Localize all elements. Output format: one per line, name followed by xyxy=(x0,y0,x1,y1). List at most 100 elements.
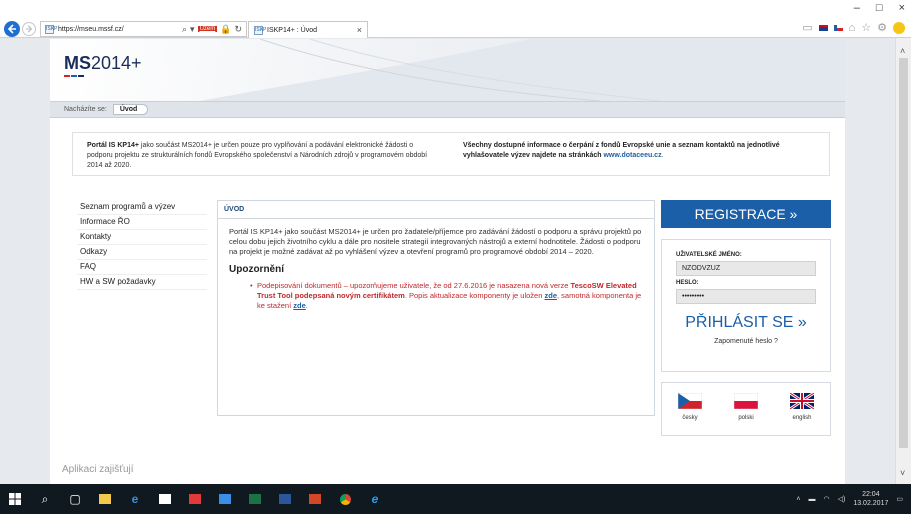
login-box: UŽIVATELSKÉ JMÉNO: HESLO: PŘIHLÁSIT SE »… xyxy=(661,239,831,372)
app-red-icon[interactable] xyxy=(180,484,210,514)
extension-icon[interactable]: ▭ xyxy=(802,22,812,34)
breadcrumb-current[interactable]: Úvod xyxy=(112,104,149,115)
password-label: HESLO: xyxy=(676,280,699,286)
tab-close-icon[interactable]: × xyxy=(357,25,362,35)
breadcrumb: Nacházíte se: Úvod xyxy=(50,101,845,118)
word-icon[interactable] xyxy=(270,484,300,514)
search-icon[interactable]: ⌕ xyxy=(182,24,187,35)
vertical-scrollbar[interactable]: ˄ ˅ xyxy=(895,38,911,484)
logo-rest-text: 2014+ xyxy=(91,53,142,73)
username-label: UŽIVATELSKÉ JMÉNO: xyxy=(676,252,742,258)
forward-button[interactable] xyxy=(22,22,36,36)
info-left-text: jako součást MS2014+ je určen pouze pro … xyxy=(87,142,428,169)
lang-english[interactable]: english xyxy=(790,393,814,435)
browser-tab[interactable]: ISKP ISKP14+ : Úvod × xyxy=(248,21,368,38)
username-input[interactable] xyxy=(676,261,816,276)
home-icon[interactable]: ⌂ xyxy=(849,22,856,34)
mail-icon[interactable] xyxy=(210,484,240,514)
flag-czech-icon xyxy=(678,393,702,409)
wifi-icon[interactable]: ◠ xyxy=(824,495,830,503)
lang-polish[interactable]: polski xyxy=(734,393,758,435)
logo-bold-text: MS xyxy=(64,53,91,73)
menu-item-faq[interactable]: FAQ xyxy=(77,260,207,275)
file-explorer-icon[interactable] xyxy=(90,484,120,514)
lang-polish-label: polski xyxy=(738,415,754,421)
clock-date: 13.02.2017 xyxy=(853,500,889,507)
network-icon[interactable]: ▬ xyxy=(809,496,816,503)
page-viewport: MS2014+ Nacházíte se: Úvod Portál IS KP1… xyxy=(0,39,895,484)
site-header: MS2014+ xyxy=(50,39,845,101)
close-icon[interactable]: × xyxy=(899,2,905,14)
lang-czech[interactable]: česky xyxy=(678,393,702,435)
lang-czech-label: česky xyxy=(682,415,698,421)
dotaceeu-link[interactable]: www.dotaceeu.cz xyxy=(603,152,661,159)
menu-item-programy[interactable]: Seznam programů a výzev xyxy=(77,200,207,215)
url-text[interactable]: https://mseu.mssf.cz/ xyxy=(58,26,179,33)
warning-heading: Upozornění xyxy=(229,264,284,275)
refresh-icon[interactable]: ↻ xyxy=(234,24,242,35)
favorites-star-icon[interactable]: ☆ xyxy=(861,22,871,34)
logo-bars xyxy=(64,75,84,77)
clock[interactable]: 22:04 13.02.2017 xyxy=(853,490,888,508)
task-view-icon[interactable]: ▢ xyxy=(60,484,90,514)
maximize-icon[interactable]: □ xyxy=(876,2,883,14)
update-description-link[interactable]: zde xyxy=(544,291,557,300)
login-button[interactable]: PŘIHLÁSIT SE » xyxy=(676,314,816,332)
browser-toolbar: ▭ ⌂ ☆ ⚙ xyxy=(802,22,905,34)
edge-browser-icon[interactable]: e xyxy=(120,484,150,514)
arrow-right-icon xyxy=(25,25,33,33)
scroll-up-icon[interactable]: ˄ xyxy=(900,46,905,56)
main-body: Portál IS KP14+ jako součást MS2014+ je … xyxy=(218,219,654,319)
ie-icon[interactable]: e xyxy=(360,484,390,514)
section-title: ÚVOD xyxy=(218,201,654,219)
store-icon[interactable] xyxy=(150,484,180,514)
flag-cz-icon[interactable] xyxy=(833,25,843,31)
powerpoint-icon[interactable] xyxy=(300,484,330,514)
site-logo[interactable]: MS2014+ xyxy=(64,53,142,74)
warning-list: Podepisování dokumentů – upozorňujeme už… xyxy=(229,281,643,311)
chrome-shape xyxy=(339,493,351,505)
settings-gear-icon[interactable]: ⚙ xyxy=(877,22,887,34)
info-right-end: . xyxy=(661,152,664,159)
register-button[interactable]: REGISTRACE » xyxy=(661,200,831,228)
forgot-password-link[interactable]: Zapomenuté heslo ? xyxy=(676,338,816,345)
tab-favicon-icon: ISKP xyxy=(254,25,267,35)
scroll-thumb[interactable] xyxy=(899,58,908,448)
mail-shape xyxy=(219,494,231,504)
intro-text: Portál IS KP14+ jako součást MS2014+ je … xyxy=(229,227,642,256)
search-taskbar-icon[interactable]: ⌕ xyxy=(30,484,60,514)
menu-item-hw-sw[interactable]: HW a SW požadavky xyxy=(77,275,207,290)
certificate-badge[interactable]: Uzem xyxy=(197,26,218,32)
folder-shape xyxy=(99,494,111,504)
tab-title: ISKP14+ : Úvod xyxy=(267,26,318,34)
back-button[interactable] xyxy=(4,21,20,37)
dropdown-icon[interactable]: ▾ xyxy=(190,24,195,35)
word-shape xyxy=(279,494,291,504)
menu-item-odkazy[interactable]: Odkazy xyxy=(77,245,207,260)
address-bar[interactable]: ISKP https://mseu.mssf.cz/ ⌕ ▾ Uzem 🔒 ↻ xyxy=(40,21,247,37)
minimize-icon[interactable]: – xyxy=(854,2,860,14)
password-input[interactable] xyxy=(676,289,816,304)
excel-shape xyxy=(249,494,261,504)
excel-icon[interactable] xyxy=(240,484,270,514)
lock-icon[interactable]: 🔒 xyxy=(220,24,231,35)
notifications-icon[interactable]: ▭ xyxy=(896,495,903,503)
logo-bar-navy xyxy=(78,75,84,77)
component-download-link[interactable]: zde xyxy=(293,301,306,310)
flag-uk-large-icon xyxy=(790,393,814,409)
info-left: Portál IS KP14+ jako součást MS2014+ je … xyxy=(87,141,439,169)
menu-item-kontakty[interactable]: Kontakty xyxy=(77,230,207,245)
scroll-down-icon[interactable]: ˅ xyxy=(900,468,905,478)
chrome-icon[interactable] xyxy=(330,484,360,514)
flag-uk-icon[interactable] xyxy=(818,25,828,31)
page-container: MS2014+ Nacházíte se: Úvod Portál IS KP1… xyxy=(50,39,845,484)
start-windows-icon[interactable] xyxy=(0,484,30,514)
clock-time: 22:04 xyxy=(862,491,880,498)
info-right: Všechny dostupné informace o čerpání z f… xyxy=(463,141,815,167)
app-red-shape xyxy=(189,494,201,504)
logo-bar-red xyxy=(64,75,70,77)
menu-item-informace-ro[interactable]: Informace ŘO xyxy=(77,215,207,230)
volume-icon[interactable]: ◁) xyxy=(838,495,846,503)
tray-chevron-icon[interactable]: ˄ xyxy=(796,496,800,503)
feedback-smiley-icon[interactable] xyxy=(893,22,905,34)
